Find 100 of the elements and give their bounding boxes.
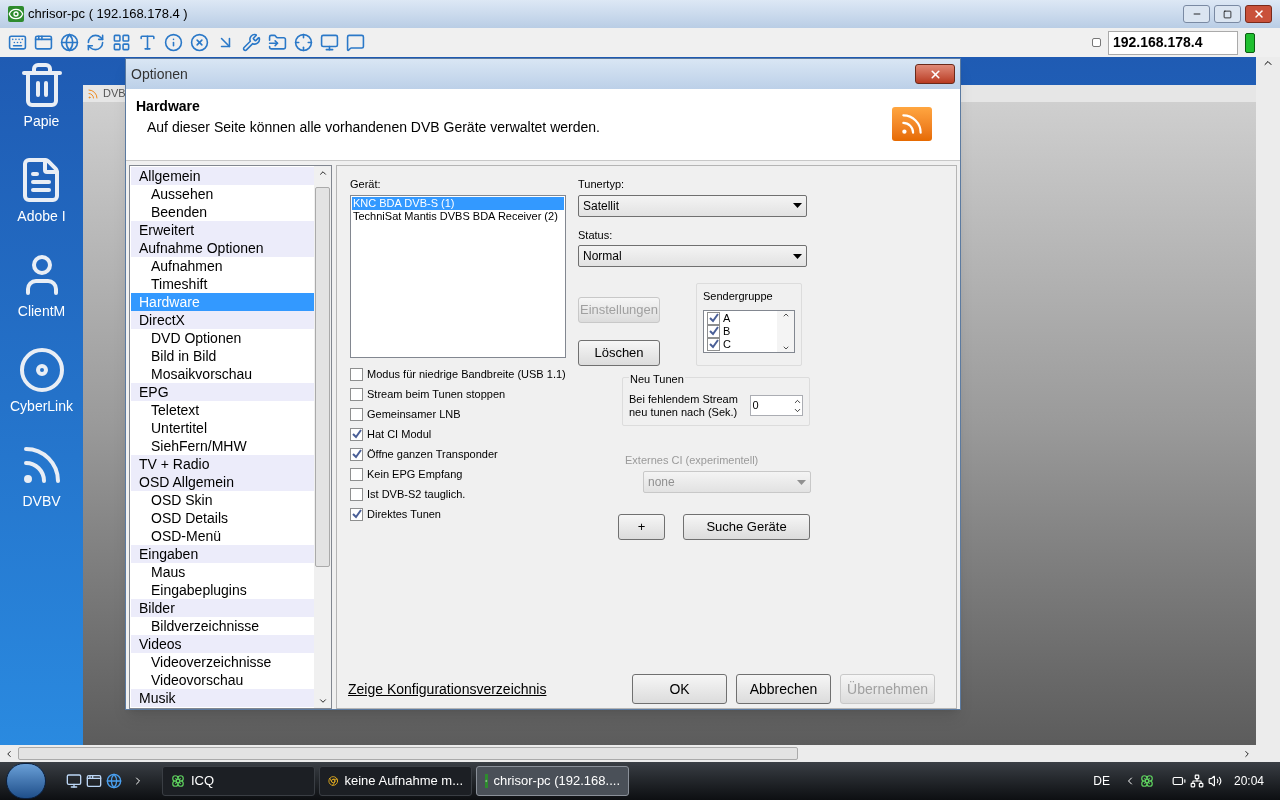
nav-item[interactable]: Bild in Bild xyxy=(131,347,314,365)
cross-circle-icon[interactable] xyxy=(190,33,209,52)
taskbar-button[interactable]: ICQ xyxy=(162,766,315,796)
desktop-icon-label[interactable]: Adobe I xyxy=(17,206,66,227)
vertical-scrollbar[interactable] xyxy=(777,310,794,352)
checkbox[interactable] xyxy=(350,387,363,401)
action-button[interactable]: Löschen xyxy=(578,340,660,366)
nav-item[interactable]: Timeshift xyxy=(131,275,314,293)
address-field[interactable]: 192.168.178.4 xyxy=(1108,30,1238,55)
nav-item[interactable]: Teletext xyxy=(131,401,314,419)
network-icon[interactable] xyxy=(1189,774,1204,788)
desktop-icon-label[interactable]: CyberLink xyxy=(10,396,73,417)
nav-item[interactable]: Bildverzeichnisse xyxy=(131,617,314,635)
speaker-icon[interactable] xyxy=(1207,774,1222,788)
desktop-icon-label[interactable]: ClientM xyxy=(17,301,66,322)
close-button[interactable] xyxy=(1245,5,1272,23)
dialog-button[interactable]: Abbrechen xyxy=(736,674,831,704)
checkbox[interactable] xyxy=(707,311,720,325)
info-icon[interactable] xyxy=(164,33,183,52)
window-icon[interactable] xyxy=(86,773,102,789)
scrollbar-thumb[interactable] xyxy=(315,187,330,567)
refresh-icon[interactable] xyxy=(86,33,105,52)
checkbox-label[interactable]: Gemeinsamer LNB xyxy=(367,405,461,423)
checkbox-label[interactable]: Hat CI Modul xyxy=(367,425,432,443)
nav-item[interactable]: Beenden xyxy=(131,203,314,221)
scroll-left-icon[interactable] xyxy=(4,748,14,759)
scroll-right-icon[interactable] xyxy=(1242,748,1252,759)
dialog-button[interactable]: OK xyxy=(632,674,727,704)
checkbox[interactable] xyxy=(350,507,363,521)
status-dropdown[interactable]: Normal xyxy=(578,245,807,267)
scroll-up-icon[interactable] xyxy=(317,168,328,178)
checkbox-label[interactable]: Modus für niedrige Bandbreite (USB 1.1) xyxy=(367,365,566,383)
vertical-scrollbar[interactable] xyxy=(314,166,331,708)
nav-item[interactable]: Eingabeplugins xyxy=(131,581,314,599)
nav-item[interactable]: EPG xyxy=(131,383,314,401)
nav-item[interactable]: Maus xyxy=(131,563,314,581)
desktop-icon-label[interactable]: DVBV xyxy=(22,491,61,512)
checkbox-label[interactable]: Kein EPG Empfang xyxy=(367,465,463,483)
nav-item[interactable]: OSD Allgemein xyxy=(131,473,314,491)
language-indicator[interactable]: DE xyxy=(1093,772,1110,790)
nav-item[interactable]: Erweitert xyxy=(131,221,314,239)
nav-item[interactable]: OSD Skin xyxy=(131,491,314,509)
checkbox[interactable] xyxy=(350,447,363,461)
checkbox[interactable] xyxy=(350,487,363,501)
nav-item[interactable]: Videos xyxy=(131,635,314,653)
scroll-down-icon[interactable] xyxy=(317,696,328,706)
horizontal-scrollbar[interactable] xyxy=(0,745,1280,762)
search-devices-button[interactable]: Suche Geräte xyxy=(683,514,810,540)
globe-icon[interactable] xyxy=(60,33,79,52)
nav-item[interactable]: OSD-Menü xyxy=(131,527,314,545)
number-spinner[interactable]: 0 xyxy=(749,395,803,416)
vertical-scrollbar[interactable] xyxy=(1256,57,1280,745)
nav-item[interactable]: DirectX xyxy=(131,311,314,329)
nav-item[interactable]: Videoverzeichnisse xyxy=(131,653,314,671)
crosshair-icon[interactable] xyxy=(294,33,313,52)
nav-item[interactable]: DVD Optionen xyxy=(131,329,314,347)
taskbar-button[interactable]: chrisor-pc (192.168.... xyxy=(476,766,629,796)
wrench-icon[interactable] xyxy=(242,33,261,52)
desktop-icon-label[interactable]: Papie xyxy=(23,111,60,132)
nav-item[interactable]: Mosaikvorschau xyxy=(131,365,314,383)
nav-item[interactable]: TV + Radio xyxy=(131,455,314,473)
nav-item[interactable]: Musik xyxy=(131,689,314,707)
disc-icon[interactable] xyxy=(17,346,66,394)
nav-item[interactable]: Videovorschau xyxy=(131,671,314,689)
battery-icon[interactable] xyxy=(1171,774,1186,788)
checkbox-label[interactable]: Ist DVB-S2 tauglich. xyxy=(367,485,466,503)
checkbox[interactable] xyxy=(350,467,363,481)
text-icon[interactable] xyxy=(138,33,157,52)
folder-icon[interactable] xyxy=(268,33,287,52)
tuner-type-dropdown[interactable]: Satellit xyxy=(578,194,807,217)
nav-item[interactable]: Aussehen xyxy=(131,185,314,203)
globe-icon[interactable] xyxy=(106,773,122,789)
checkbox-label[interactable]: Öffne ganzen Transponder xyxy=(367,445,498,463)
nav-item[interactable]: Bilder xyxy=(131,599,314,617)
flower-icon[interactable] xyxy=(1139,774,1154,788)
config-folder-link[interactable]: Zeige Konfigurationsverzeichnis xyxy=(348,678,547,700)
minimize-button[interactable] xyxy=(1183,5,1210,23)
monitor-icon[interactable] xyxy=(66,773,82,789)
add-button[interactable]: + xyxy=(618,514,665,540)
grid-icon[interactable] xyxy=(112,33,131,52)
close-button[interactable] xyxy=(915,64,955,84)
taskbar-button[interactable]: keine Aufnahme m... xyxy=(319,766,472,796)
checkbox[interactable] xyxy=(350,407,363,421)
nav-item[interactable]: SiehFern/MHW xyxy=(131,437,314,455)
nav-item[interactable]: Allgemein xyxy=(131,167,314,185)
nav-item[interactable]: Eingaben xyxy=(131,545,314,563)
checkbox[interactable] xyxy=(350,427,363,441)
nav-item[interactable]: Aufnahme Optionen xyxy=(131,239,314,257)
checkbox-label[interactable]: Direktes Tunen xyxy=(367,505,441,523)
nav-item[interactable]: Untertitel xyxy=(131,419,314,437)
nav-item[interactable]: Aufnahmen xyxy=(131,257,314,275)
checkbox-label[interactable]: Stream beim Tunen stoppen xyxy=(367,385,506,403)
start-button[interactable] xyxy=(6,763,46,799)
chat-icon[interactable] xyxy=(346,33,365,52)
scrollbar-thumb[interactable] xyxy=(18,747,798,760)
checkbox[interactable] xyxy=(350,367,363,381)
list-item[interactable]: TechniSat Mantis DVBS BDA Receiver (2) xyxy=(352,209,564,223)
device-list[interactable]: KNC BDA DVB-S (1) TechniSat Mantis DVBS BDA Receiver (2) xyxy=(350,194,566,358)
nav-item[interactable]: OSD Details xyxy=(131,509,314,527)
clock[interactable]: 20:04 xyxy=(1233,772,1264,790)
